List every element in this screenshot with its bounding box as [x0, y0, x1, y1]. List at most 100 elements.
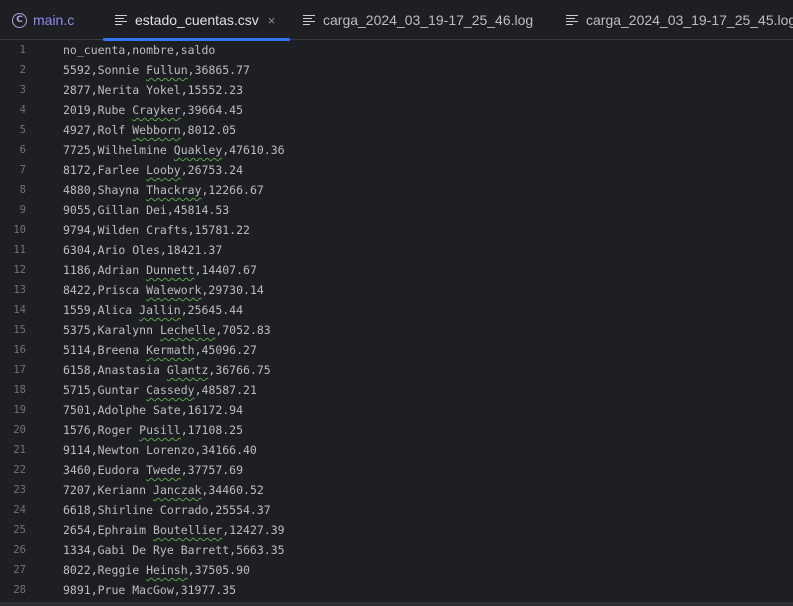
line-text: 5592,Sonnie Fullun,36865.77	[63, 60, 250, 80]
code-line[interactable]: 22 3460,Eudora Twede,37757.69	[0, 460, 793, 480]
line-text: 9055,Gillan Dei,45814.53	[63, 200, 229, 220]
code-line[interactable]: 21 9114,Newton Lorenzo,34166.40	[0, 440, 793, 460]
line-text-segment: 9114,Newton Lorenzo,34166.40	[63, 443, 257, 457]
line-number: 19	[13, 404, 26, 416]
line-text: 8422,Prisca Walework,29730.14	[63, 280, 264, 300]
code-line[interactable]: 16 5114,Breena Kermath,45096.27	[0, 340, 793, 360]
code-line[interactable]: 4 2019,Rube Crayker,39664.45	[0, 100, 793, 120]
spelling-warning[interactable]: Twede	[146, 463, 181, 477]
code-line[interactable]: 9 9055,Gillan Dei,45814.53	[0, 200, 793, 220]
line-number: 2	[19, 64, 26, 76]
line-number: 23	[13, 484, 26, 496]
spelling-warning[interactable]: Lechelle	[160, 323, 215, 337]
code-line[interactable]: 6 7725,Wilhelmine Quakley,47610.36	[0, 140, 793, 160]
code-line[interactable]: 13 8422,Prisca Walework,29730.14	[0, 280, 793, 300]
line-number: 7	[19, 164, 26, 176]
line-text: 5375,Karalynn Lechelle,7052.83	[63, 320, 271, 340]
spelling-warning[interactable]: Pusill	[139, 423, 181, 437]
tab-carga-log-45[interactable]: carga_2024_03_19-17_25_45.log	[566, 0, 793, 40]
line-number: 11	[13, 244, 26, 256]
code-line[interactable]: 5 4927,Rolf Webborn,8012.05	[0, 120, 793, 140]
line-text-segment: 7207,Keriann	[63, 483, 154, 497]
code-line[interactable]: 24 6618,Shirline Corrado,25554.37	[0, 500, 793, 520]
line-text: 2654,Ephraim Boutellier,12427.39	[63, 520, 285, 540]
code-line[interactable]: 11 6304,Ario Oles,18421.37	[0, 240, 793, 260]
spelling-warning[interactable]: Kermath	[146, 343, 194, 357]
spelling-warning[interactable]: Quakley	[174, 143, 222, 157]
line-text: 7501,Adolphe Sate,16172.94	[63, 400, 243, 420]
spelling-warning[interactable]: Walework	[146, 283, 201, 297]
spelling-warning[interactable]: Dunnett	[146, 263, 194, 277]
code-line[interactable]: 15 5375,Karalynn Lechelle,7052.83	[0, 320, 793, 340]
line-text-segment: 1576,Roger	[63, 423, 140, 437]
tab-carga-log-46[interactable]: carga_2024_03_19-17_25_46.log	[303, 0, 533, 40]
code-line[interactable]: 2 5592,Sonnie Fullun,36865.77	[0, 60, 793, 80]
line-text-segment: 3460,Eudora	[63, 463, 147, 477]
code-line[interactable]: 25 2654,Ephraim Boutellier,12427.39	[0, 520, 793, 540]
close-tab-icon[interactable]: ×	[268, 14, 276, 27]
spelling-warning[interactable]: Heinsh	[146, 563, 188, 577]
line-text-segment: 6618,Shirline Corrado,25554.37	[63, 503, 271, 517]
spelling-warning[interactable]: Glantz	[167, 363, 209, 377]
line-text: 1559,Alica Jallin,25645.44	[63, 300, 243, 320]
code-line[interactable]: 1 no_cuenta,nombre,saldo	[0, 40, 793, 60]
code-editor[interactable]: 1 no_cuenta,nombre,saldo 2 5592,Sonnie Full…	[0, 40, 793, 606]
tab-main-c[interactable]: C main.c	[12, 0, 74, 40]
line-number: 28	[13, 584, 26, 596]
code-line[interactable]: 8 4880,Shayna Thackray,12266.67	[0, 180, 793, 200]
tab-estado-cuentas-csv[interactable]: estado_cuentas.csv ×	[103, 0, 290, 41]
code-line[interactable]: 19 7501,Adolphe Sate,16172.94	[0, 400, 793, 420]
line-text-segment: ,37505.90	[187, 563, 250, 577]
code-line[interactable]: 17 6158,Anastasia Glantz,36766.75	[0, 360, 793, 380]
code-line[interactable]: 3 2877,Nerita Yokel,15552.23	[0, 80, 793, 100]
code-line[interactable]: 14 1559,Alica Jallin,25645.44	[0, 300, 793, 320]
line-text-segment: ,48587.21	[194, 383, 257, 397]
line-text: 5114,Breena Kermath,45096.27	[63, 340, 257, 360]
spelling-warning[interactable]: Crayker	[132, 103, 180, 117]
code-line[interactable]: 26 1334,Gabi De Rye Barrett,5663.35	[0, 540, 793, 560]
line-number: 25	[13, 524, 26, 536]
line-number: 17	[13, 364, 26, 376]
text-file-icon	[566, 14, 578, 26]
spelling-warning[interactable]: Looby	[146, 163, 181, 177]
line-number: 14	[13, 304, 26, 316]
spelling-warning[interactable]: Fullun	[146, 63, 188, 77]
c-file-icon: C	[12, 12, 27, 28]
spelling-warning[interactable]: Janczak	[153, 483, 201, 497]
tab-label: estado_cuentas.csv	[135, 12, 259, 28]
line-number: 10	[13, 224, 26, 236]
code-line[interactable]: 20 1576,Roger Pusill,17108.25	[0, 420, 793, 440]
line-text-segment: 2877,Nerita Yokel,15552.23	[63, 83, 244, 97]
line-text-segment: 1559,Alica	[63, 303, 140, 317]
spelling-warning[interactable]: Thackray	[146, 183, 201, 197]
line-number: 26	[13, 544, 26, 556]
spelling-warning[interactable]: Webborn	[132, 123, 180, 137]
line-text: 9114,Newton Lorenzo,34166.40	[63, 440, 257, 460]
code-line[interactable]: 18 5715,Guntar Cassedy,48587.21	[0, 380, 793, 400]
line-number: 3	[19, 84, 26, 96]
line-text-segment: ,7052.83	[215, 323, 271, 337]
line-text-segment: ,26753.24	[180, 163, 244, 177]
code-line[interactable]: 12 1186,Adrian Dunnett,14407.67	[0, 260, 793, 280]
spelling-warning[interactable]: Boutellier	[153, 523, 222, 537]
line-number: 18	[13, 384, 26, 396]
spelling-warning[interactable]: Cassedy	[146, 383, 194, 397]
code-line[interactable]: 23 7207,Keriann Janczak,34460.52	[0, 480, 793, 500]
line-text-segment: ,8012.05	[180, 123, 237, 137]
code-line[interactable]: 7 8172,Farlee Looby,26753.24	[0, 160, 793, 180]
code-line[interactable]: 27 8022,Reggie Heinsh,37505.90	[0, 560, 793, 580]
line-text-segment: 4927,Rolf	[63, 123, 133, 137]
horizontal-scrollbar[interactable]	[0, 602, 793, 606]
code-line[interactable]: 28 9891,Prue MacGow,31977.35	[0, 580, 793, 600]
line-number: 6	[19, 144, 26, 156]
line-text-segment: ,47610.36	[222, 143, 285, 157]
line-number: 21	[13, 444, 26, 456]
line-text-segment: ,25645.44	[180, 303, 244, 317]
line-text-segment: ,14407.67	[194, 263, 257, 277]
line-text-segment: 9891,Prue MacGow,31977.35	[63, 583, 237, 597]
line-text-segment: 9055,Gillan Dei,45814.53	[63, 203, 230, 217]
line-number: 12	[13, 264, 26, 276]
code-line[interactable]: 10 9794,Wilden Crafts,15781.22	[0, 220, 793, 240]
line-text: 6618,Shirline Corrado,25554.37	[63, 500, 271, 520]
spelling-warning[interactable]: Jallin	[139, 303, 181, 317]
